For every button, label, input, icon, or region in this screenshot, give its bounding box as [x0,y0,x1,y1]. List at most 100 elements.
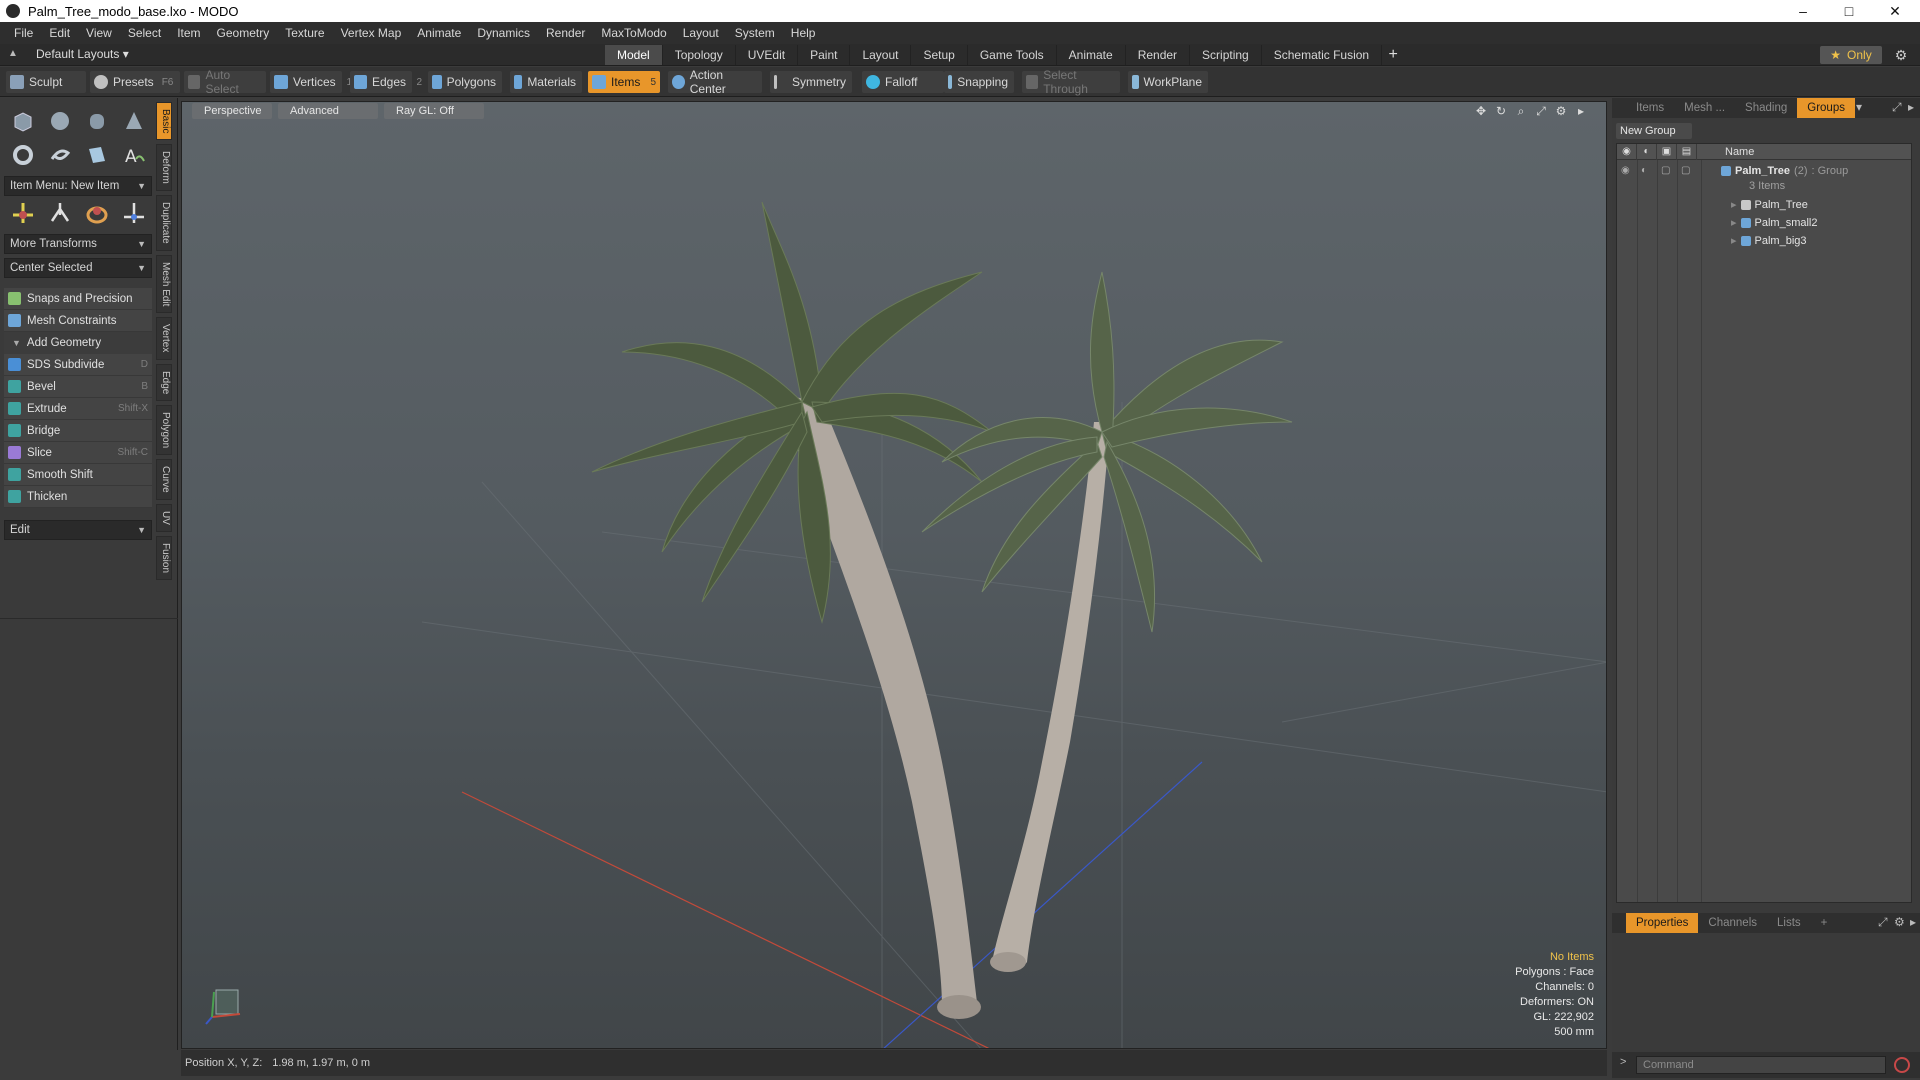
sculpt-button[interactable]: Sculpt [6,71,86,93]
menu-select[interactable]: Select [120,26,169,40]
expand-panel-icon[interactable]: ⤢ [1878,915,1888,930]
menu-dynamics[interactable]: Dynamics [469,26,538,40]
tab-channels[interactable]: Channels [1698,913,1767,933]
tool-slice[interactable]: Slice Shift-C [4,442,152,464]
center-selected-dropdown[interactable]: Center Selected ▼ [4,258,152,278]
scale-tool-icon[interactable] [85,201,109,225]
tab-mesh[interactable]: Mesh ... [1674,98,1735,118]
edit-dropdown[interactable]: Edit ▼ [4,520,152,540]
action-center-button[interactable]: Action Center [668,68,762,96]
tool-bridge[interactable]: Bridge [4,420,152,442]
menu-animate[interactable]: Animate [409,26,469,40]
transform-tool-icon[interactable] [122,201,146,225]
add-tab-button[interactable]: + [1382,45,1404,65]
tab-items[interactable]: Items [1626,98,1674,118]
tab-model[interactable]: Model [605,45,663,65]
rotate-tool-icon[interactable] [48,201,72,225]
expand-panel-icon[interactable]: ⤢ [1892,100,1902,115]
perspective-view-button[interactable]: Perspective [192,103,272,119]
vtab-fusion[interactable]: Fusion [156,535,172,580]
tab-paint[interactable]: Paint [798,45,851,65]
row-select-checkbox[interactable]: ▢ [1681,162,1701,180]
edges-button[interactable]: Edges 2 [350,71,422,93]
add-panel-tab-button[interactable]: + [1811,913,1838,933]
menu-edit[interactable]: Edit [41,26,78,40]
close-button[interactable]: ✕ [1872,0,1918,22]
tab-setup[interactable]: Setup [911,45,968,65]
vtab-deform[interactable]: Deform [156,144,172,192]
advanced-shading-button[interactable]: Advanced [278,103,378,119]
panel-menu-icon[interactable]: ▸ [1908,100,1914,114]
panel-menu-icon[interactable]: ▸ [1910,915,1916,929]
symmetry-button[interactable]: Symmetry [770,71,852,93]
only-button[interactable]: ★ Only [1820,46,1882,64]
vtab-basic[interactable]: Basic [156,102,172,141]
tool-thicken[interactable]: Thicken [4,486,152,508]
menu-help[interactable]: Help [783,26,824,40]
scene-canvas[interactable] [182,102,1607,1049]
tool-sds-subdivide[interactable]: SDS Subdivide D [4,354,152,376]
raygl-button[interactable]: Ray GL: Off [384,103,484,119]
materials-button[interactable]: Materials [510,71,582,93]
pen-icon[interactable] [85,143,109,167]
viewport-gear-icon[interactable]: ⚙ [1554,104,1568,118]
menu-system[interactable]: System [727,26,783,40]
tab-properties[interactable]: Properties [1626,913,1699,933]
row-lock-checkbox[interactable]: ▢ [1661,162,1681,180]
cylinder-icon[interactable] [85,109,109,133]
group-row-visibility[interactable]: ◉ ◐ ▢ ▢ [1621,162,1701,180]
properties-gear-icon[interactable]: ⚙ [1894,915,1905,929]
tool-extrude[interactable]: Extrude Shift-X [4,398,152,420]
tool-smooth-shift[interactable]: Smooth Shift [4,464,152,486]
tree-expand-icon[interactable]: ▸ [1731,214,1737,232]
menu-maxtomodo[interactable]: MaxToModo [593,26,674,40]
vtab-polygon[interactable]: Polygon [156,405,172,456]
snapping-button[interactable]: Snapping [944,71,1014,93]
minimize-button[interactable]: – [1780,0,1826,22]
mesh-constraints-button[interactable]: Mesh Constraints [4,310,152,332]
vtab-curve[interactable]: Curve [156,459,172,500]
tab-lists[interactable]: Lists [1767,913,1811,933]
more-transforms-dropdown[interactable]: More Transforms ▼ [4,234,152,254]
layout-up-arrow-icon[interactable]: ▲ [8,49,18,59]
presets-button[interactable]: Presets F6 [90,71,180,93]
vtab-uv[interactable]: UV [156,503,172,532]
auto-select-button[interactable]: Auto Select [184,68,266,96]
tree-row-palm-small2[interactable]: ▸ Palm_small2 [1731,214,1818,232]
render-icon[interactable]: ◐ [1637,144,1657,160]
tab-layout[interactable]: Layout [850,45,912,65]
tab-groups[interactable]: Groups [1797,98,1855,118]
add-geometry-section[interactable]: ▼ Add Geometry [4,332,152,354]
gear-icon[interactable]: ⚙ [1893,47,1909,63]
move-tool-icon[interactable] [11,201,35,225]
vtab-duplicate[interactable]: Duplicate [156,195,172,251]
workplane-button[interactable]: WorkPlane [1128,71,1208,93]
cone-icon[interactable] [122,109,146,133]
stop-icon[interactable] [1894,1057,1910,1073]
menu-file[interactable]: File [6,26,41,40]
select-icon[interactable]: ▤ [1677,144,1697,160]
vtab-mesh-edit[interactable]: Mesh Edit [156,254,172,314]
new-group-button[interactable]: New Group [1616,123,1692,139]
menu-layout[interactable]: Layout [675,26,727,40]
menu-texture[interactable]: Texture [277,26,332,40]
tab-render[interactable]: Render [1126,45,1191,65]
vertices-button[interactable]: Vertices1 [270,71,352,93]
spiral-icon[interactable] [48,143,72,167]
fit-icon[interactable]: ⤢ [1534,104,1548,118]
visibility-eye-icon[interactable]: ◉ [1617,144,1637,160]
snaps-and-precision-button[interactable]: Snaps and Precision [4,288,152,310]
cube-icon[interactable] [11,109,35,133]
tab-animate[interactable]: Animate [1057,45,1126,65]
menu-vertex-map[interactable]: Vertex Map [333,26,410,40]
tree-row-palm-tree[interactable]: ▸ Palm_Tree [1731,196,1808,214]
3d-viewport[interactable]: Perspective Advanced Ray GL: Off ✥ ↻ ⌕ ⤢… [181,101,1607,1049]
tab-scripting[interactable]: Scripting [1190,45,1262,65]
tree-expand-icon[interactable]: ▸ [1731,196,1737,214]
select-through-button[interactable]: Select Through [1022,68,1120,96]
command-input[interactable]: Command [1636,1056,1886,1074]
default-layouts-dropdown[interactable]: ▲ Default Layouts ▾ [8,47,129,61]
items-button[interactable]: Items 5 [588,71,660,93]
tab-topology[interactable]: Topology [663,45,736,65]
tabs-dropdown-icon[interactable]: ▾ [1856,100,1862,114]
